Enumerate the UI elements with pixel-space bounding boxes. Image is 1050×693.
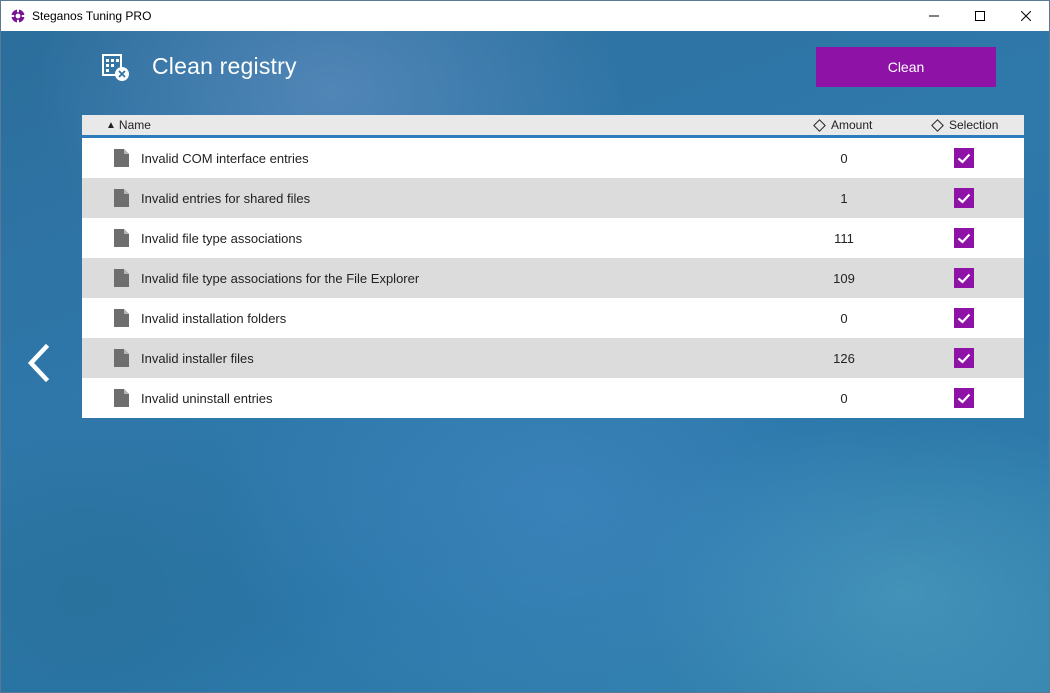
title-bar: Steganos Tuning PRO bbox=[1, 1, 1049, 31]
row-amount: 126 bbox=[833, 350, 855, 366]
row-name: Invalid installation folders bbox=[141, 310, 287, 326]
checkmark-icon bbox=[957, 393, 971, 404]
row-name: Invalid file type associations bbox=[141, 230, 303, 246]
main-content: Clean registry Clean ▲ Name Amount Selec… bbox=[1, 31, 1049, 692]
checkmark-icon bbox=[957, 313, 971, 324]
row-amount: 111 bbox=[834, 230, 854, 246]
selection-checkbox[interactable] bbox=[954, 348, 974, 368]
minimize-button[interactable] bbox=[911, 1, 957, 31]
row-amount: 0 bbox=[840, 310, 848, 326]
table-row[interactable]: Invalid file type associations for the F… bbox=[82, 258, 1024, 298]
clean-button[interactable]: Clean bbox=[816, 47, 996, 87]
row-amount: 0 bbox=[840, 150, 848, 166]
table-row[interactable]: Invalid installation folders 0 bbox=[82, 298, 1024, 338]
selection-checkbox[interactable] bbox=[954, 188, 974, 208]
checkmark-icon bbox=[957, 193, 971, 204]
row-name: Invalid installer files bbox=[141, 350, 254, 366]
window-controls bbox=[911, 1, 1049, 31]
file-icon bbox=[114, 349, 129, 367]
row-name: Invalid file type associations for the F… bbox=[141, 270, 420, 286]
selection-checkbox[interactable] bbox=[954, 268, 974, 288]
row-amount: 1 bbox=[840, 190, 848, 206]
registry-table: ▲ Name Amount Selection Invalid COM inte… bbox=[82, 115, 1024, 418]
table-row[interactable]: Invalid installer files 126 bbox=[82, 338, 1024, 378]
column-header-selection[interactable]: Selection bbox=[931, 118, 998, 132]
checkmark-icon bbox=[957, 353, 971, 364]
selection-checkbox[interactable] bbox=[954, 388, 974, 408]
sort-diamond-icon bbox=[813, 118, 826, 132]
close-icon bbox=[1021, 11, 1031, 21]
window-title: Steganos Tuning PRO bbox=[32, 9, 152, 23]
checkmark-icon bbox=[957, 273, 971, 284]
file-icon bbox=[114, 189, 129, 207]
selection-checkbox[interactable] bbox=[954, 228, 974, 248]
file-icon bbox=[114, 229, 129, 247]
row-name: Invalid COM interface entries bbox=[141, 150, 309, 166]
selection-checkbox[interactable] bbox=[954, 308, 974, 328]
row-name: Invalid entries for shared files bbox=[141, 190, 311, 206]
selection-checkbox[interactable] bbox=[954, 148, 974, 168]
app-window: Steganos Tuning PRO Clean registry Clean bbox=[0, 0, 1050, 693]
file-icon bbox=[114, 389, 129, 407]
sort-diamond-icon bbox=[931, 118, 944, 132]
table-body: Invalid COM interface entries 0 Invalid en… bbox=[82, 138, 1024, 418]
registry-clean-icon bbox=[102, 54, 129, 81]
steganos-logo-icon bbox=[10, 8, 26, 24]
column-header-name[interactable]: ▲ Name bbox=[106, 118, 151, 132]
minimize-icon bbox=[929, 15, 939, 17]
table-header: ▲ Name Amount Selection bbox=[82, 115, 1024, 138]
table-row[interactable]: Invalid COM interface entries 0 bbox=[82, 138, 1024, 178]
sort-ascending-icon: ▲ bbox=[106, 119, 116, 131]
row-amount: 109 bbox=[833, 270, 855, 286]
column-amount-label: Amount bbox=[831, 118, 873, 132]
file-icon bbox=[114, 269, 129, 287]
column-name-label: Name bbox=[118, 118, 151, 132]
table-row[interactable]: Invalid uninstall entries 0 bbox=[82, 378, 1024, 418]
file-icon bbox=[114, 149, 129, 167]
table-row[interactable]: Invalid file type associations 111 bbox=[82, 218, 1024, 258]
column-selection-label: Selection bbox=[949, 118, 999, 132]
maximize-button[interactable] bbox=[957, 1, 1003, 31]
table-row[interactable]: Invalid entries for shared files 1 bbox=[82, 178, 1024, 218]
column-header-amount[interactable]: Amount bbox=[813, 118, 872, 132]
file-icon bbox=[114, 309, 129, 327]
checkmark-icon bbox=[957, 153, 971, 164]
page-title: Clean registry bbox=[152, 53, 297, 79]
back-button[interactable] bbox=[27, 344, 51, 382]
checkmark-icon bbox=[957, 233, 971, 244]
row-amount: 0 bbox=[840, 390, 848, 406]
maximize-icon bbox=[975, 11, 985, 21]
chevron-left-icon bbox=[27, 344, 50, 382]
row-name: Invalid uninstall entries bbox=[141, 390, 273, 406]
close-button[interactable] bbox=[1003, 1, 1049, 31]
